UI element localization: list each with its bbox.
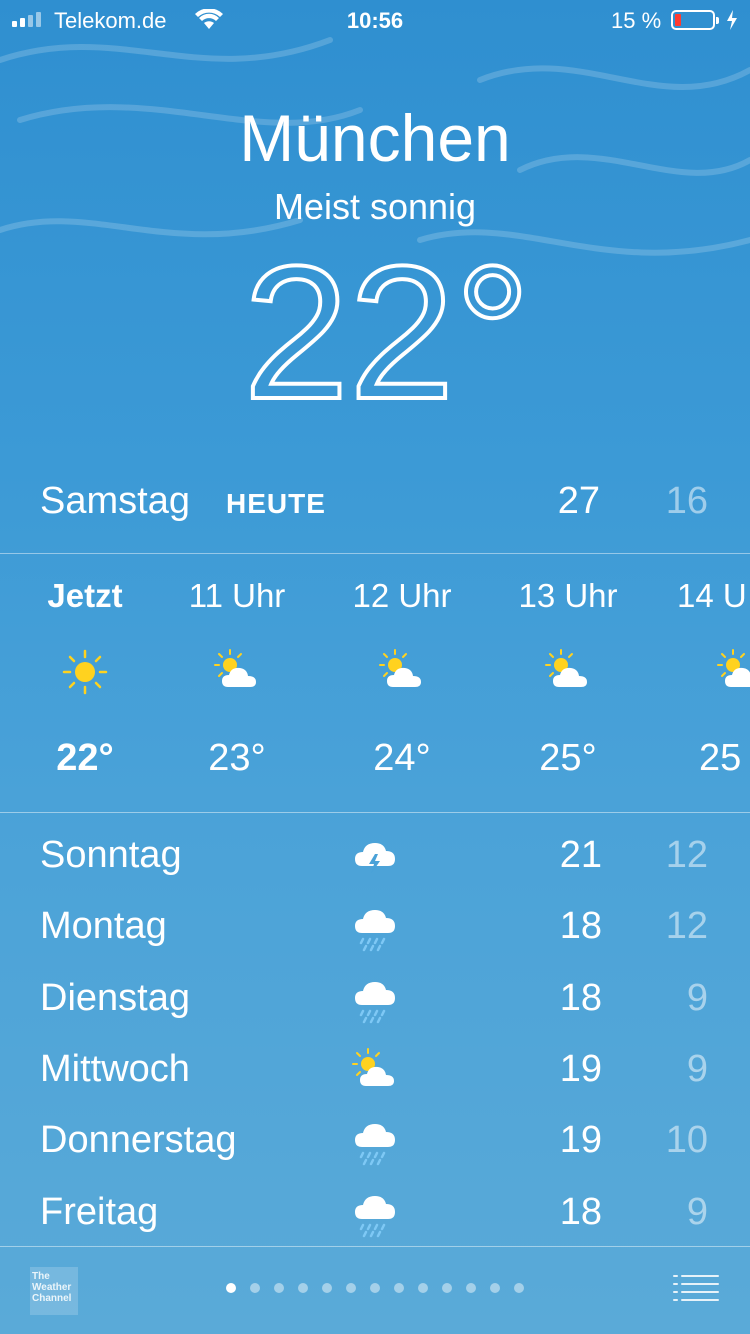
divider [0,553,750,554]
daily-day: Donnerstag [40,1119,237,1161]
daily-low: 12 [665,905,708,947]
today-summary: Samstag HEUTE 27 16 [0,476,750,526]
hour-label: 12 Uhr [352,577,452,614]
hour-temperature: 25 [699,737,742,779]
hour-label: 11 Uhr [188,577,286,614]
hour-temperature: 25° [539,737,597,779]
hour-temperature: 24° [373,737,431,779]
today-day: Samstag [40,480,190,522]
daily-day: Mittwoch [40,1048,190,1090]
divider [0,812,750,813]
hour-temperature: 23° [208,737,266,779]
page-dot[interactable] [226,1283,236,1293]
page-dot[interactable] [322,1283,332,1293]
sun-icon [62,649,108,695]
daily-low: 9 [686,1048,708,1090]
battery-percentage: 15 % [611,8,662,33]
daily-row: Mittwoch 19 9 [0,1034,750,1104]
hour-label: 14 U [677,577,747,614]
page-dot[interactable] [346,1283,356,1293]
today-badge: HEUTE [226,488,326,519]
daily-row: Sonntag 21 12 [0,820,750,890]
partly-sunny-icon [379,649,421,687]
page-dot[interactable] [514,1283,524,1293]
daily-low: 12 [665,834,708,876]
current-temperature-text: 22° [243,250,530,410]
today-high: 27 [557,480,600,522]
battery-icon [671,10,719,30]
daily-row: Montag 18 12 [0,891,750,961]
daily-row: Freitag 18 9 [0,1177,750,1247]
rain-icon [355,1124,395,1166]
current-temperature: 22° [241,225,532,441]
charging-bolt-icon [727,10,737,30]
partly-sunny-icon [717,649,750,687]
page-dot[interactable] [442,1283,452,1293]
page-dot[interactable] [466,1283,476,1293]
daily-high: 18 [559,1191,602,1233]
status-bar: Telekom.de 10:56 15 % [0,0,750,40]
page-indicator[interactable] [0,1283,750,1293]
daily-high: 21 [559,834,602,876]
page-dot[interactable] [274,1283,284,1293]
page-dot[interactable] [394,1283,404,1293]
daily-day: Freitag [40,1191,159,1233]
daily-day: Montag [40,905,167,947]
rain-icon [355,982,395,1024]
today-low: 16 [665,480,708,522]
partly-sunny-icon [545,649,587,687]
daily-low: 9 [686,977,708,1019]
rain-icon [355,910,395,952]
daily-high: 19 [559,1048,602,1090]
daily-low: 9 [686,1191,708,1233]
bottom-toolbar: The Weather Channel [0,1246,750,1334]
page-dot[interactable] [490,1283,500,1293]
hourly-forecast[interactable]: Jetzt 22° 11 Uhr 23° 12 Uhr 24° 13 Uhr 2… [0,555,750,810]
daily-high: 18 [559,905,602,947]
current-temperature-block: 22° [0,225,750,441]
daily-high: 18 [559,977,602,1019]
hour-label: Jetzt [47,577,123,614]
daily-high: 19 [559,1119,602,1161]
page-dot[interactable] [250,1283,260,1293]
page-dot[interactable] [298,1283,308,1293]
city-list-icon[interactable] [672,1272,720,1306]
city-name: München [239,101,511,175]
page-dot[interactable] [418,1283,428,1293]
partly-sunny-icon [352,1048,394,1086]
daily-low: 10 [665,1119,708,1161]
partly-sunny-icon [214,649,256,687]
daily-row: Donnerstag 19 10 [0,1105,750,1175]
daily-day: Sonntag [40,834,182,876]
page-dot[interactable] [370,1283,380,1293]
thunderstorm-icon [355,843,395,874]
hour-temperature: 22° [56,737,114,779]
rain-icon [355,1196,395,1238]
daily-day: Dienstag [40,977,190,1019]
weather-condition: Meist sonnig [273,186,477,227]
daily-row: Dienstag 18 9 [0,963,750,1033]
hour-label: 13 Uhr [518,577,618,614]
